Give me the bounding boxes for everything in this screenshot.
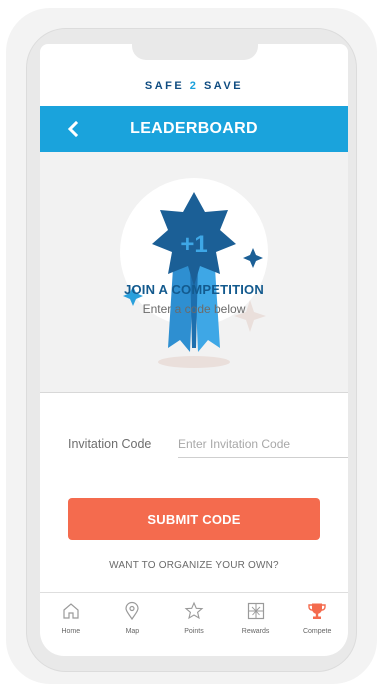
invitation-code-label: Invitation Code xyxy=(68,437,152,451)
organize-own-link[interactable]: WANT TO ORGANIZE YOUR OWN? xyxy=(40,560,348,571)
enter-code-subtitle: Enter a code below xyxy=(142,302,246,316)
map-pin-icon xyxy=(121,600,143,622)
brand-logo: SAFE 2 SAVE xyxy=(144,80,244,92)
app-screen: SAFE 2 SAVE LEADERBOARD +1 JOIN A COMPET… xyxy=(40,44,348,656)
phone-notch xyxy=(132,44,258,60)
join-competition-heading: JOIN A COMPETITION xyxy=(124,282,264,297)
tab-map[interactable]: Map xyxy=(102,593,164,656)
tab-label-compete: Compete xyxy=(302,628,332,635)
tab-label-home: Home xyxy=(61,628,81,635)
badge-plus-one: +1 xyxy=(180,231,207,258)
tab-home[interactable]: Home xyxy=(40,593,102,656)
submit-code-button[interactable]: SUBMIT CODE xyxy=(68,498,320,540)
tab-rewards[interactable]: Rewards xyxy=(225,593,287,656)
chevron-left-icon xyxy=(67,121,79,137)
hero-section: +1 xyxy=(40,152,348,392)
page-title: LEADERBOARD xyxy=(130,120,258,137)
tab-label-map: Map xyxy=(125,628,140,635)
tab-label-points: Points xyxy=(184,628,204,635)
tab-label-rewards: Rewards xyxy=(241,628,270,635)
gift-icon xyxy=(245,600,267,622)
award-ribbon-icon: +1 xyxy=(123,192,266,368)
divider xyxy=(40,392,348,393)
bottom-tab-bar: Home Map Points Rewards Compete xyxy=(40,592,348,656)
header-bar: LEADERBOARD xyxy=(40,106,348,152)
star-icon xyxy=(183,600,205,622)
tab-points[interactable]: Points xyxy=(163,593,225,656)
invitation-code-input[interactable] xyxy=(178,430,348,458)
tab-compete[interactable]: Compete xyxy=(286,593,348,656)
home-icon xyxy=(60,600,82,622)
trophy-icon xyxy=(306,600,328,622)
back-button[interactable] xyxy=(62,118,84,140)
